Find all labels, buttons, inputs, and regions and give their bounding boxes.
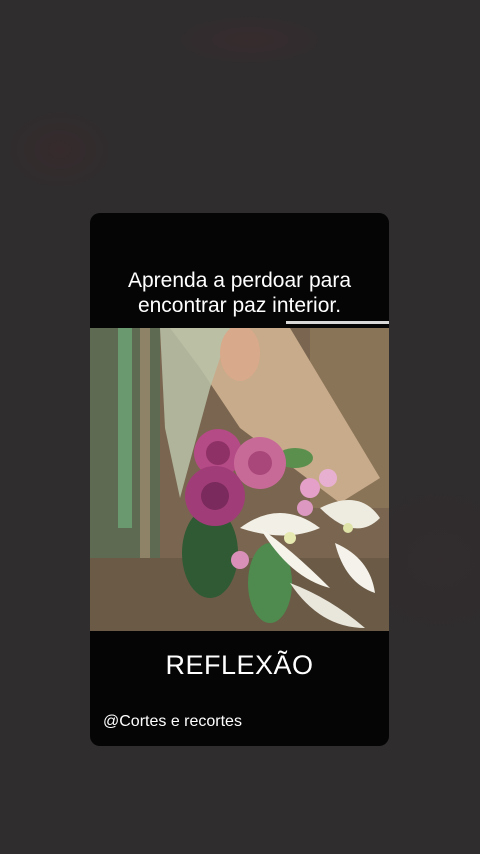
story-headline: Aprenda a perdoar para encontrar paz int… [128,269,351,317]
bouquet-illustration [90,328,389,631]
account-handle[interactable]: @Cortes e recortes [103,713,242,731]
story-progress-bar [286,321,389,324]
story-title: REFLEXÃO [165,650,314,680]
story-card[interactable]: Aprenda a perdoar para encontrar paz int… [90,213,389,746]
flower-bouquet-image [90,328,389,631]
